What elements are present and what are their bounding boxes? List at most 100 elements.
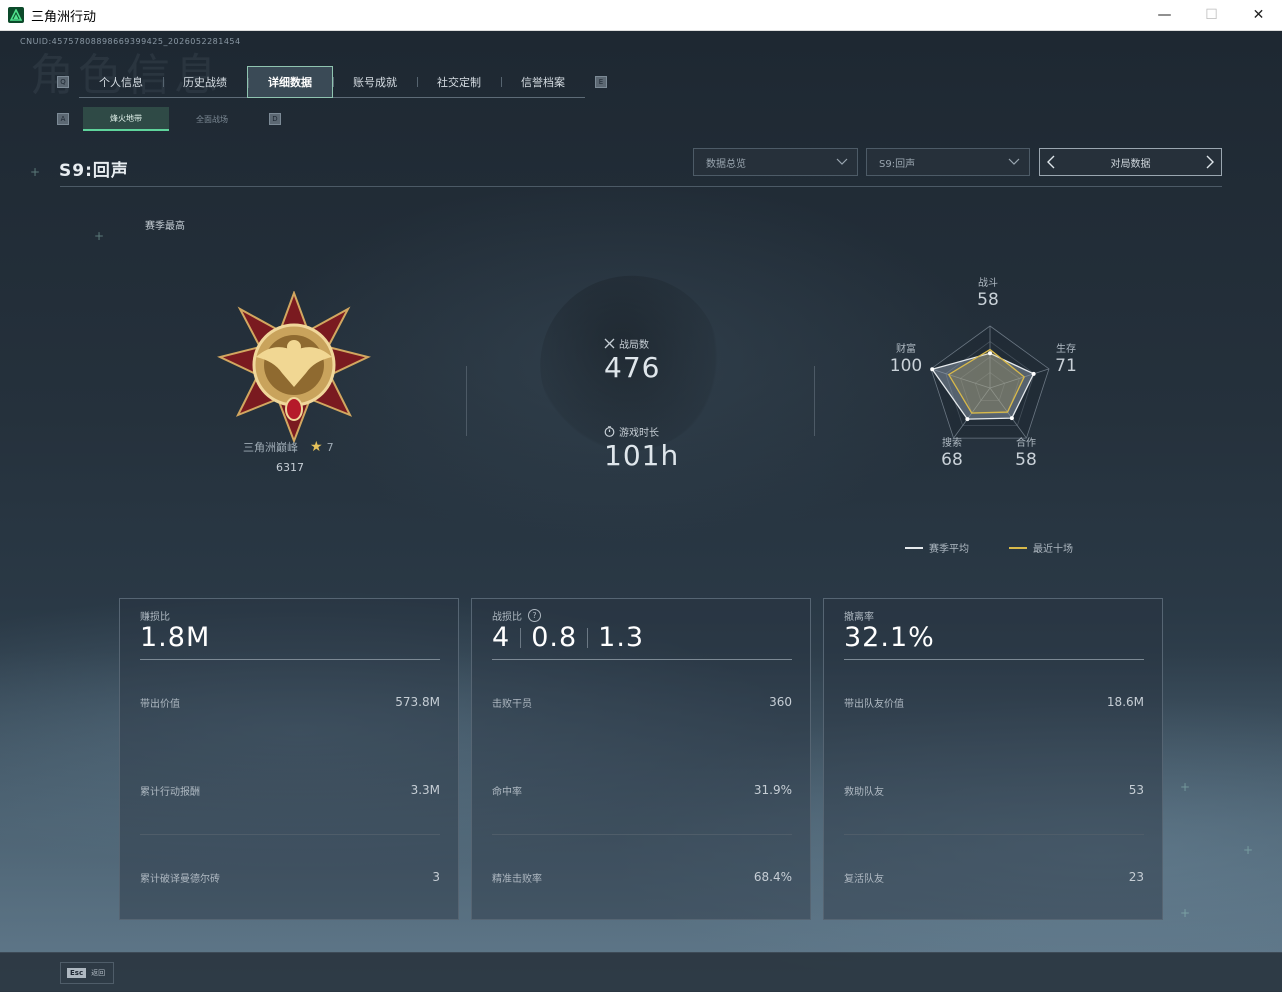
decor-plus: + — [30, 165, 41, 179]
chevron-left-icon[interactable] — [1045, 155, 1059, 169]
card-divider — [140, 834, 440, 835]
matches-label-text: 战局数 — [619, 340, 649, 351]
crossed-swords-icon — [604, 338, 615, 349]
overview-dropdown-label: 数据总览 — [706, 158, 746, 170]
tab-achievements[interactable]: 账号成就 — [333, 66, 417, 98]
maximize-button[interactable]: ☐ — [1188, 0, 1235, 30]
card-row: 命中率 31.9% — [492, 783, 792, 798]
chevron-down-icon — [836, 158, 848, 165]
row-value: 31.9% — [753, 783, 792, 797]
row-value: 68.4% — [753, 870, 792, 884]
card-title: 战损比 — [492, 612, 522, 623]
row-label: 带出价值 — [140, 699, 180, 710]
value-separator — [520, 627, 522, 648]
radar-value-teamwork: 58 — [1015, 450, 1037, 470]
radar-point — [930, 367, 935, 372]
radar-label-wealth: 财富 — [896, 344, 916, 355]
tab-social[interactable]: 社交定制 — [417, 66, 501, 98]
match-selector: 对局数据 — [1039, 148, 1222, 176]
card-row: 精准击败率 68.4% — [492, 870, 792, 885]
chevron-right-icon[interactable] — [1202, 155, 1216, 169]
vertical-divider — [814, 366, 815, 436]
radar-value-combat: 58 — [977, 290, 999, 310]
value-separator — [587, 627, 589, 648]
playtime-value: 101h — [604, 439, 680, 472]
kd-card: 战损比 ? 4 0.8 1.3 击败干员 360 命中率 31.9% 精准击败率 68… — [471, 598, 811, 920]
star-icon: ★ — [310, 439, 323, 455]
radar-point — [1031, 371, 1036, 376]
card-main-value: 4 0.8 1.3 — [492, 622, 644, 653]
row-label: 复活队友 — [844, 874, 884, 885]
radar-point — [988, 351, 992, 356]
close-button[interactable]: ✕ — [1235, 0, 1282, 30]
subtab-prev-key[interactable]: A — [57, 113, 69, 125]
subtab-extraction[interactable]: 烽火地带 — [83, 107, 169, 131]
back-button[interactable]: Esc 返回 — [60, 962, 114, 984]
kd-value-3: 1.3 — [598, 622, 645, 653]
rank-info: 三角洲巅峰 ★ 7 — [243, 439, 334, 455]
card-row: 带出队友价值 18.6M — [844, 695, 1144, 710]
rank-score: 6317 — [276, 461, 304, 474]
legend-swatch — [905, 546, 923, 549]
season-dropdown-label: S9:回声 — [879, 158, 916, 170]
decor-plus: + — [1180, 906, 1191, 920]
app-logo-icon — [8, 7, 24, 23]
tab-detailed-data[interactable]: 详细数据 — [247, 65, 333, 98]
row-label: 击败干员 — [492, 699, 532, 710]
matches-label: 战局数 — [604, 336, 649, 351]
overview-dropdown[interactable]: 数据总览 — [693, 148, 858, 176]
season-dropdown[interactable]: S9:回声 — [866, 148, 1030, 176]
card-divider — [844, 834, 1144, 835]
mode-tabs: A 烽火地带 全面战场 D — [57, 107, 281, 131]
row-label: 命中率 — [492, 787, 522, 798]
card-divider — [492, 834, 792, 835]
row-value: 573.8M — [395, 695, 440, 709]
card-row: 复活队友 23 — [844, 870, 1144, 885]
radar-point — [965, 417, 970, 422]
subtab-extraction-label: 烽火地带 — [110, 113, 142, 123]
card-underline — [844, 659, 1144, 660]
radar-point — [1009, 416, 1014, 421]
game-view: 角色信息 CNUID:45757808898669399425_20260522… — [0, 31, 1282, 992]
tab-prev-key[interactable]: Q — [57, 76, 69, 88]
radar-value-search: 68 — [941, 450, 963, 470]
subtab-warfare[interactable]: 全面战场 — [169, 107, 255, 131]
minimize-button[interactable]: — — [1141, 0, 1188, 30]
subtab-warfare-label: 全面战场 — [196, 114, 228, 124]
radar-value-survival: 71 — [1055, 356, 1077, 376]
season-title: S9:回声 — [59, 161, 129, 181]
row-value: 360 — [769, 695, 792, 709]
rank-medal-icon — [217, 291, 371, 444]
tab-history[interactable]: 历史战绩 — [163, 66, 247, 98]
tab-reputation[interactable]: 信誉档案 — [501, 66, 585, 98]
match-selector-label: 对局数据 — [1110, 158, 1151, 170]
rank-name: 三角洲巅峰 — [243, 441, 298, 454]
help-icon[interactable]: ? — [528, 609, 541, 622]
subtab-next-key[interactable]: D — [269, 113, 281, 125]
tab-personal-info[interactable]: 个人信息 — [79, 66, 163, 98]
card-row: 击败干员 360 — [492, 695, 792, 710]
row-value: 23 — [1128, 870, 1144, 884]
card-row: 累计破译曼德尔砖 3 — [140, 870, 440, 885]
legend-season-avg: 赛季平均 — [905, 540, 969, 555]
radar-value-wealth: 100 — [889, 356, 923, 376]
row-value: 53 — [1128, 783, 1144, 797]
card-row: 累计行动报酬 3.3M — [140, 783, 440, 798]
kd-value-2: 0.8 — [531, 622, 578, 653]
card-row: 带出价值 573.8M — [140, 695, 440, 710]
matches-value: 476 — [604, 351, 661, 384]
tab-next-key[interactable]: E — [595, 76, 607, 88]
esc-key: Esc — [67, 968, 87, 978]
card-main-value: 32.1% — [844, 622, 935, 653]
window-titlebar: 三角洲行动 — ☐ ✕ — [0, 0, 1282, 31]
radar-label-teamwork: 合作 — [1016, 438, 1036, 449]
playtime-label: 游戏时长 — [604, 424, 659, 439]
playtime-label-text: 游戏时长 — [619, 428, 659, 439]
back-label: 返回 — [91, 969, 106, 977]
stopwatch-icon — [604, 426, 615, 437]
radar-label-combat: 战斗 — [978, 278, 998, 289]
row-label: 救助队友 — [844, 787, 884, 798]
card-underline — [492, 659, 792, 660]
header-divider — [60, 186, 1222, 187]
decor-plus: + — [1180, 780, 1191, 794]
